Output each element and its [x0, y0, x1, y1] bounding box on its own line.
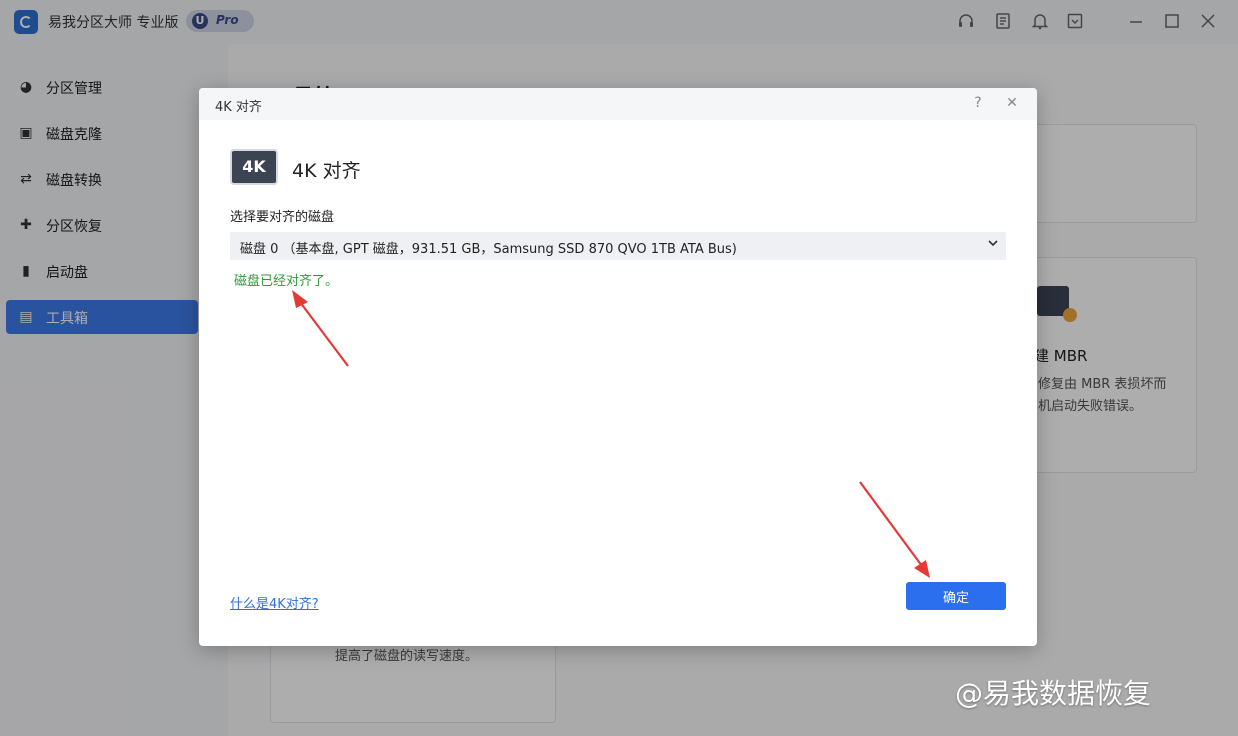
watermark-text: @易我数据恢复: [955, 677, 1152, 710]
annotation-arrows: [292, 290, 930, 578]
arrow-to-status: [292, 290, 349, 367]
arrow-to-confirm: [859, 481, 930, 578]
